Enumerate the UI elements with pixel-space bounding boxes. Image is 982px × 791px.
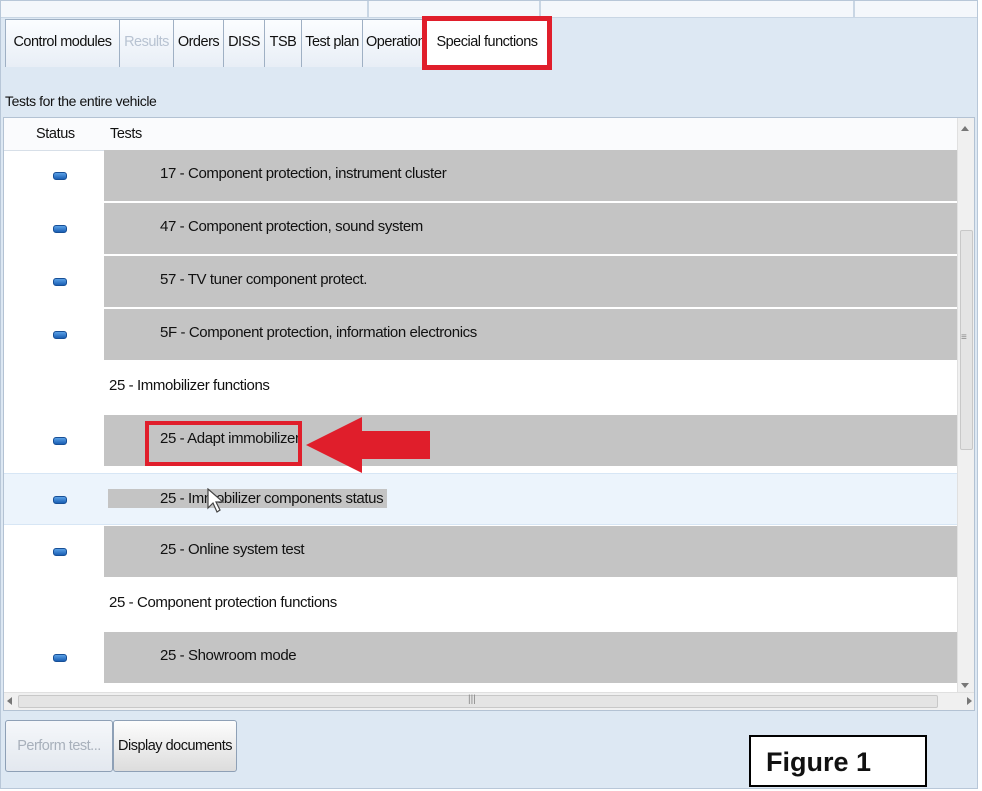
status-cell: [4, 474, 104, 524]
table-row[interactable]: 47 - Component protection, sound system: [4, 203, 959, 255]
scroll-left-icon[interactable]: [7, 697, 12, 705]
table-row[interactable]: 57 - TV tuner component protect.: [4, 256, 959, 308]
test-cell: 25 - Showroom mode: [104, 632, 959, 683]
blue-status-icon: [53, 225, 67, 233]
blue-status-icon: [53, 548, 67, 556]
tab-special-functions[interactable]: Special functions: [422, 16, 552, 70]
table-row[interactable]: 17 - Component protection, instrument cl…: [4, 150, 959, 202]
tab-diss[interactable]: DISS: [223, 19, 265, 67]
diagnostic-window: Control modules Results Orders DISS TSB …: [0, 0, 978, 789]
table-header: Status Tests: [4, 118, 959, 151]
horizontal-scroll-thumb[interactable]: [18, 695, 938, 708]
tests-table: Status Tests 17 - Component protection, …: [3, 117, 975, 711]
status-cell: [4, 309, 104, 360]
figure-caption: Figure 1: [749, 735, 927, 787]
highlight-box: [145, 421, 302, 466]
group-row[interactable]: 25 - Component protection functions: [4, 579, 959, 631]
test-cell: 5F - Component protection, information e…: [104, 309, 959, 360]
scroll-down-icon[interactable]: [961, 683, 969, 688]
test-name: 17 - Component protection, instrument cl…: [160, 165, 447, 182]
test-name: 5F - Component protection, information e…: [160, 324, 477, 341]
table-row[interactable]: 5F - Component protection, information e…: [4, 309, 959, 361]
test-name: 25 - Online system test: [160, 541, 305, 558]
tab-orders[interactable]: Orders: [173, 19, 224, 67]
tab-control-modules[interactable]: Control modules: [5, 19, 120, 67]
display-documents-button[interactable]: Display documents: [113, 720, 237, 772]
tab-operation[interactable]: Operation: [362, 19, 430, 67]
status-cell: [4, 256, 104, 307]
group-cell: 25 - Component protection functions: [104, 579, 959, 630]
blue-status-icon: [53, 278, 67, 286]
top-strip-divider: [367, 1, 369, 17]
blue-status-icon: [53, 331, 67, 339]
test-cell: 25 - Immobilizer components status: [104, 474, 959, 524]
blue-status-icon: [53, 172, 67, 180]
status-cell: [4, 150, 104, 201]
test-name: 25 - Immobilizer components status: [108, 489, 388, 508]
perform-test-button[interactable]: Perform test...: [5, 720, 113, 772]
test-name: 57 - TV tuner component protect.: [160, 271, 368, 288]
red-pointer-arrow-icon: [306, 417, 430, 473]
test-cell: 47 - Component protection, sound system: [104, 203, 959, 254]
column-header-status[interactable]: Status: [36, 126, 75, 142]
status-cell: [4, 632, 104, 683]
scroll-right-icon[interactable]: [967, 697, 972, 705]
group-row[interactable]: 25 - Immobilizer functions: [4, 362, 959, 414]
test-cell: 57 - TV tuner component protect.: [104, 256, 959, 307]
vertical-scrollbar[interactable]: ≡: [957, 118, 974, 694]
column-header-tests[interactable]: Tests: [110, 126, 142, 142]
tab-test-plan[interactable]: Test plan: [301, 19, 363, 67]
horizontal-scrollbar[interactable]: |||: [4, 692, 974, 710]
tab-tsb[interactable]: TSB: [264, 19, 302, 67]
group-name: 25 - Component protection functions: [109, 594, 337, 611]
test-cell: 25 - Online system test: [104, 526, 959, 577]
test-name: 47 - Component protection, sound system: [160, 218, 423, 235]
window-top-strip: [1, 1, 977, 18]
group-cell: 25 - Immobilizer functions: [104, 362, 959, 413]
blue-status-icon: [53, 437, 67, 445]
top-strip-divider: [853, 1, 855, 17]
tab-results[interactable]: Results: [119, 19, 174, 67]
mouse-cursor-icon: [207, 488, 225, 513]
group-name: 25 - Immobilizer functions: [109, 377, 270, 394]
table-row-selected[interactable]: 25 - Immobilizer components status: [4, 473, 959, 525]
scroll-grip-icon: ≡: [961, 332, 967, 343]
status-cell: [4, 415, 104, 466]
test-name: 25 - Showroom mode: [160, 647, 297, 664]
top-strip-divider: [539, 1, 541, 17]
section-title: Tests for the entire vehicle: [5, 93, 157, 109]
blue-status-icon: [53, 496, 67, 504]
status-cell: [4, 203, 104, 254]
table-row[interactable]: 25 - Showroom mode: [4, 632, 959, 684]
scroll-up-icon[interactable]: [961, 126, 969, 131]
test-cell: 17 - Component protection, instrument cl…: [104, 150, 959, 201]
blue-status-icon: [53, 654, 67, 662]
scroll-grip-icon: |||: [468, 694, 476, 705]
status-cell: [4, 526, 104, 577]
table-row[interactable]: 25 - Online system test: [4, 526, 959, 578]
